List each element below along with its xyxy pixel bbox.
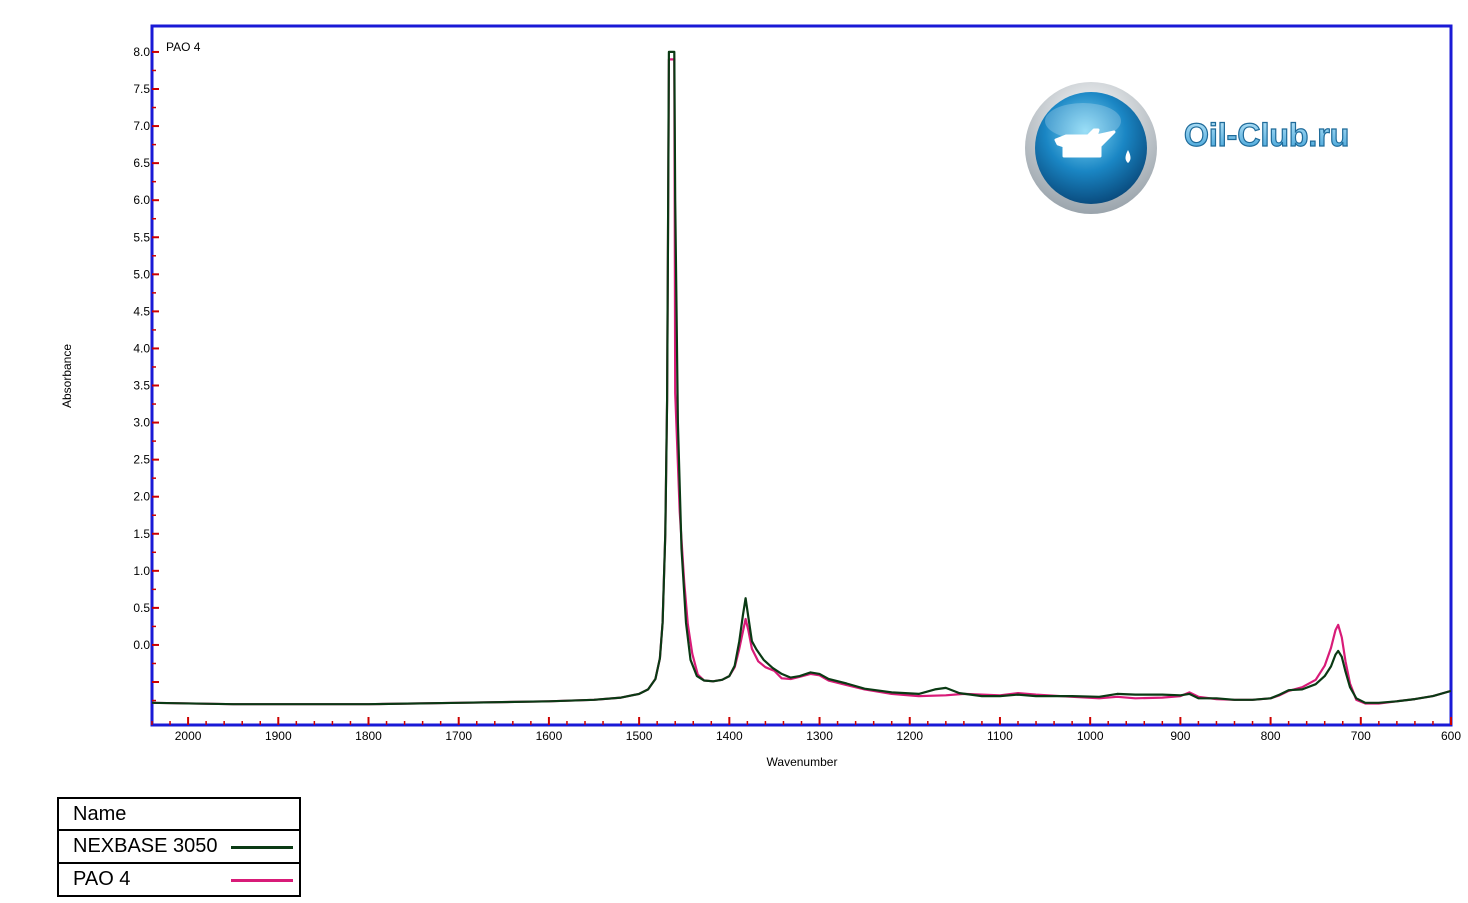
watermark-text: Oil-Club.ru	[1184, 117, 1349, 153]
watermark: Oil-Club.ru	[1025, 82, 1350, 214]
x-tick-label: 1700	[445, 729, 472, 743]
legend-item-pao: PAO 4	[59, 862, 299, 895]
x-tick-label: 700	[1351, 729, 1371, 743]
y-tick-label: 5.0	[133, 267, 150, 281]
x-tick-label: 1100	[987, 729, 1013, 743]
y-tick-label: 8.0	[133, 45, 150, 59]
x-tick-label: 800	[1261, 729, 1281, 743]
y-tick-label: 0.5	[133, 601, 150, 615]
legend-header: Name	[59, 799, 299, 829]
y-tick-label: 2.5	[133, 453, 150, 467]
legend-swatch-nexbase	[231, 845, 293, 849]
legend: Name NEXBASE 3050 PAO 4	[57, 797, 301, 897]
x-tick-label: 1500	[626, 729, 653, 743]
x-tick-label: 1000	[1077, 729, 1104, 743]
legend-swatch-pao	[231, 878, 293, 882]
series-line-pao-4	[152, 58, 1451, 706]
legend-item-nexbase: NEXBASE 3050	[59, 829, 299, 862]
x-tick-label: 2000	[175, 729, 202, 743]
y-tick-label: 1.0	[133, 564, 150, 578]
x-tick-label: 1200	[896, 729, 923, 743]
x-tick-label: 1400	[716, 729, 743, 743]
y-tick-label: 6.5	[133, 156, 150, 170]
legend-header-label: Name	[73, 802, 127, 825]
y-tick-label: 6.0	[133, 193, 150, 207]
x-tick-label: 1800	[355, 729, 382, 743]
y-tick-label: 2.0	[133, 490, 150, 504]
y-tick-label: 7.0	[133, 119, 150, 133]
x-tick-label: 900	[1170, 729, 1190, 743]
y-tick-label: 4.0	[133, 341, 150, 355]
y-tick-label: 3.5	[133, 379, 150, 393]
y-tick-label: 7.5	[133, 82, 150, 96]
y-tick-label: 1.5	[133, 527, 150, 541]
x-tick-label: 1300	[806, 729, 833, 743]
spectrum-chart: Oil-Club.ru 8.0 7.5 7.0 6.5 6.0 5.5 5.0 4.5 4.0 3…	[60, 24, 1461, 769]
y-axis-label: Absorbance	[60, 344, 74, 408]
y-tick-label: 5.5	[133, 230, 150, 244]
plot-title: PAO 4	[166, 40, 201, 54]
x-tick-label: 600	[1441, 729, 1461, 743]
x-axis-label: Wavenumber	[767, 755, 838, 769]
y-tick-label: 4.5	[133, 304, 150, 318]
x-tick-label: 1600	[536, 729, 563, 743]
legend-item-label: NEXBASE 3050	[73, 835, 218, 857]
x-axis-ticks: 2000 1900 1800 1700 1600 1500 1400 1300 1200 1100…	[151, 717, 1461, 743]
y-tick-label: 3.0	[133, 416, 150, 430]
oil-can-icon	[1025, 82, 1157, 214]
legend-item-label: PAO 4	[73, 868, 131, 890]
y-tick-label: 0.0	[133, 638, 150, 652]
y-axis-ticks: 8.0 7.5 7.0 6.5 6.0 5.5 5.0 4.5 4.0 3.5 3.0 2.5 2.0 1…	[133, 45, 159, 702]
x-tick-label: 1900	[265, 729, 292, 743]
